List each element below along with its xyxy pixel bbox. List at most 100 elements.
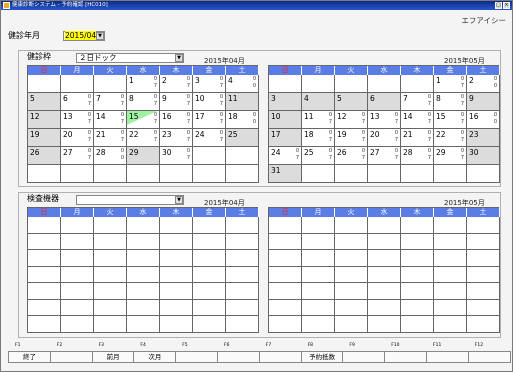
empty-cell[interactable] bbox=[302, 233, 335, 250]
empty-cell[interactable] bbox=[226, 217, 259, 234]
empty-cell[interactable] bbox=[226, 147, 259, 165]
day-cell-10[interactable]: 10 bbox=[269, 111, 302, 129]
empty-cell[interactable] bbox=[401, 266, 434, 283]
day-cell-7[interactable]: 707 bbox=[94, 93, 127, 111]
empty-cell[interactable] bbox=[193, 165, 226, 183]
day-cell-12[interactable]: 12 0 7 bbox=[335, 111, 368, 129]
empty-cell[interactable] bbox=[61, 316, 94, 333]
day-cell-16[interactable]: 16 0 7 bbox=[160, 111, 193, 129]
empty-cell[interactable] bbox=[28, 266, 61, 283]
empty-cell[interactable] bbox=[434, 217, 467, 234]
empty-cell[interactable] bbox=[61, 266, 94, 283]
empty-cell[interactable] bbox=[401, 233, 434, 250]
day-cell-3[interactable]: 3 bbox=[269, 93, 302, 111]
empty-cell[interactable] bbox=[127, 233, 160, 250]
empty-cell[interactable] bbox=[467, 217, 500, 234]
empty-cell[interactable] bbox=[335, 250, 368, 267]
maximize-button[interactable]: □ bbox=[495, 2, 502, 9]
empty-cell[interactable] bbox=[434, 250, 467, 267]
empty-cell[interactable] bbox=[160, 217, 193, 234]
close-button[interactable]: × bbox=[503, 2, 510, 9]
day-cell-25[interactable]: 25 0 7 bbox=[302, 147, 335, 165]
exam-ym-input[interactable]: 2015/04 ▼ bbox=[63, 31, 105, 41]
day-cell-14[interactable]: 14 0 7 bbox=[401, 111, 434, 129]
day-cell-4[interactable]: 4 00 bbox=[226, 75, 259, 93]
day-cell-20[interactable]: 20 0 7 bbox=[368, 129, 401, 147]
empty-cell[interactable] bbox=[28, 299, 61, 316]
empty-cell[interactable] bbox=[368, 165, 401, 183]
empty-cell[interactable] bbox=[28, 316, 61, 333]
empty-cell[interactable] bbox=[94, 233, 127, 250]
empty-cell[interactable] bbox=[434, 299, 467, 316]
day-cell-8[interactable]: 8 07 bbox=[127, 93, 160, 111]
day-cell-24[interactable]: 24 0 7 bbox=[193, 129, 226, 147]
empty-cell[interactable] bbox=[61, 283, 94, 300]
empty-cell[interactable] bbox=[368, 233, 401, 250]
day-cell-29[interactable]: 29 bbox=[127, 147, 160, 165]
empty-cell[interactable] bbox=[61, 217, 94, 234]
day-cell-7[interactable]: 707 bbox=[401, 93, 434, 111]
day-cell-5[interactable]: 5 bbox=[335, 93, 368, 111]
empty-cell[interactable] bbox=[193, 266, 226, 283]
empty-cell[interactable] bbox=[467, 283, 500, 300]
empty-cell[interactable] bbox=[302, 250, 335, 267]
day-cell-3[interactable]: 3 07 bbox=[193, 75, 226, 93]
empty-cell[interactable] bbox=[401, 165, 434, 183]
day-cell-16[interactable]: 16 0 0 bbox=[467, 111, 500, 129]
empty-cell[interactable] bbox=[269, 250, 302, 267]
day-cell-31[interactable]: 31 bbox=[269, 165, 302, 183]
empty-cell[interactable] bbox=[434, 283, 467, 300]
day-cell-30[interactable]: 30 bbox=[467, 147, 500, 165]
day-cell-14[interactable]: 14 0 7 bbox=[94, 111, 127, 129]
empty-cell[interactable] bbox=[28, 250, 61, 267]
empty-cell[interactable] bbox=[94, 266, 127, 283]
day-cell-12[interactable]: 12 bbox=[28, 111, 61, 129]
empty-cell[interactable] bbox=[302, 299, 335, 316]
empty-cell[interactable] bbox=[368, 250, 401, 267]
day-cell-29[interactable]: 29 0 7 bbox=[434, 147, 467, 165]
empty-cell[interactable] bbox=[226, 165, 259, 183]
day-cell-9[interactable]: 9 07 bbox=[160, 93, 193, 111]
empty-cell[interactable] bbox=[160, 283, 193, 300]
empty-cell[interactable] bbox=[226, 233, 259, 250]
empty-cell[interactable] bbox=[94, 316, 127, 333]
day-cell-13[interactable]: 13 0 7 bbox=[368, 111, 401, 129]
empty-cell[interactable] bbox=[302, 266, 335, 283]
empty-cell[interactable] bbox=[61, 250, 94, 267]
day-cell-5[interactable]: 5 bbox=[28, 93, 61, 111]
empty-cell[interactable] bbox=[127, 217, 160, 234]
empty-cell[interactable] bbox=[467, 299, 500, 316]
day-cell-28[interactable]: 28 0 0 bbox=[94, 147, 127, 165]
empty-cell[interactable] bbox=[127, 165, 160, 183]
empty-cell[interactable] bbox=[127, 283, 160, 300]
day-cell-13[interactable]: 13 0 7 bbox=[61, 111, 94, 129]
empty-cell[interactable] bbox=[94, 75, 127, 93]
empty-cell[interactable] bbox=[269, 266, 302, 283]
fkey-button-f6[interactable] bbox=[217, 351, 260, 363]
empty-cell[interactable] bbox=[269, 316, 302, 333]
empty-cell[interactable] bbox=[335, 299, 368, 316]
empty-cell[interactable] bbox=[269, 217, 302, 234]
empty-cell[interactable] bbox=[193, 299, 226, 316]
empty-cell[interactable] bbox=[28, 283, 61, 300]
empty-cell[interactable] bbox=[401, 283, 434, 300]
fkey-button-f8[interactable]: 予約抵数 bbox=[300, 351, 344, 363]
empty-cell[interactable] bbox=[335, 75, 368, 93]
empty-cell[interactable] bbox=[226, 299, 259, 316]
fkey-button-f5[interactable] bbox=[175, 351, 219, 363]
day-cell-15[interactable]: 15 0 7 bbox=[434, 111, 467, 129]
empty-cell[interactable] bbox=[127, 299, 160, 316]
fkey-button-f2[interactable] bbox=[49, 351, 93, 363]
empty-cell[interactable] bbox=[467, 165, 500, 183]
empty-cell[interactable] bbox=[193, 250, 226, 267]
day-cell-20[interactable]: 20 0 7 bbox=[61, 129, 94, 147]
day-cell-18[interactable]: 18 0 0 bbox=[226, 111, 259, 129]
empty-cell[interactable] bbox=[335, 283, 368, 300]
empty-cell[interactable] bbox=[28, 165, 61, 183]
day-cell-26[interactable]: 26 0 7 bbox=[335, 147, 368, 165]
day-cell-9[interactable]: 9 bbox=[467, 93, 500, 111]
fkey-button-f12[interactable] bbox=[467, 351, 511, 363]
day-cell-17[interactable]: 17 0 7 bbox=[193, 111, 226, 129]
empty-cell[interactable] bbox=[127, 250, 160, 267]
fkey-button-f3[interactable]: 前月 bbox=[91, 351, 135, 363]
